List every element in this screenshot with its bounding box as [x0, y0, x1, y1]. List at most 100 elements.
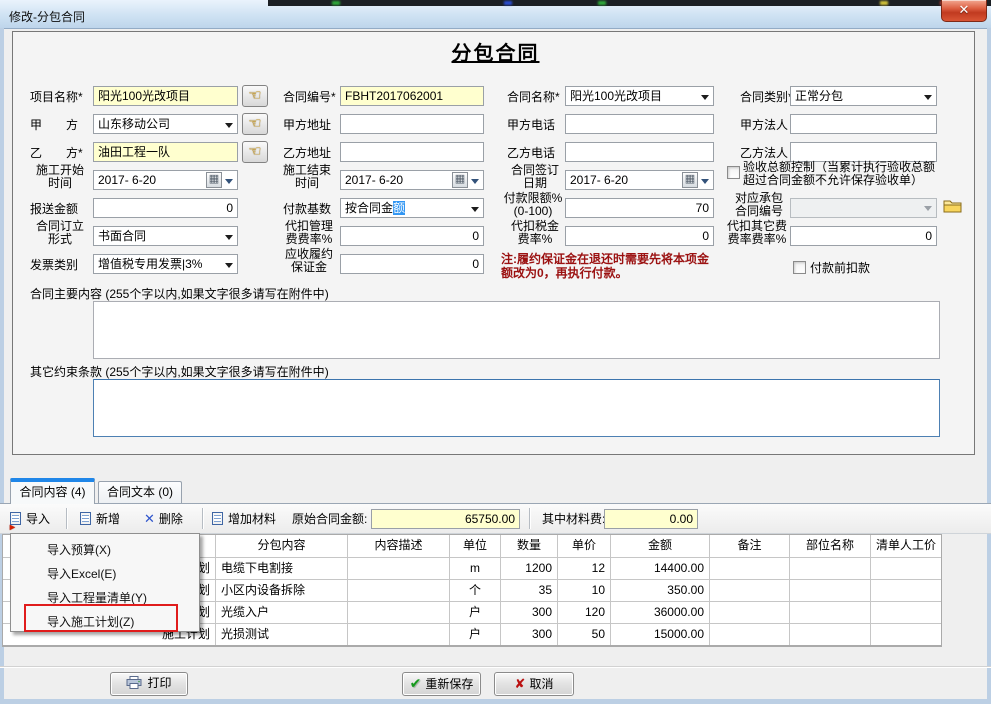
pay-base-label: 付款基数 [283, 202, 331, 216]
cell-remark[interactable] [710, 558, 790, 579]
cell-unit-price[interactable]: 10 [558, 580, 611, 601]
tab-contract-text[interactable]: 合同文本 (0) [98, 481, 182, 503]
other-terms-textarea[interactable] [93, 379, 940, 437]
contract-name-combo[interactable]: 阳光100光改项目 [565, 86, 714, 106]
invoice-type-combo[interactable]: 增值税专用发票|3% [93, 254, 238, 274]
cell-remark[interactable] [710, 624, 790, 645]
cell-labor-price[interactable] [871, 558, 941, 579]
cell-remark[interactable] [710, 602, 790, 623]
party-a-picker-button[interactable]: ☜ [242, 113, 268, 135]
cell-unit[interactable]: 户 [450, 602, 501, 623]
save-button[interactable]: ✔重新保存 [402, 672, 481, 696]
hand-pointer-icon: ☜ [248, 143, 261, 160]
project-picker-button[interactable]: ☜ [242, 85, 268, 107]
tab-contract-content[interactable]: 合同内容 (4) [10, 478, 95, 504]
deposit-field[interactable]: 0 [340, 254, 484, 274]
cell-content[interactable]: 小区内设备拆除 [216, 580, 348, 601]
cell-labor-price[interactable] [871, 580, 941, 601]
cell-quantity[interactable]: 300 [501, 624, 558, 645]
pay-base-selected-text: 额 [393, 201, 405, 215]
import-button[interactable]: ►导入 [10, 509, 50, 531]
party-b-picker-button[interactable]: ☜ [242, 141, 268, 163]
cell-amount[interactable]: 15000.00 [611, 624, 710, 645]
cell-unit[interactable]: 个 [450, 580, 501, 601]
orig-amount-field[interactable]: 65750.00 [371, 509, 520, 529]
chevron-down-icon[interactable] [701, 95, 709, 104]
chevron-down-icon[interactable] [924, 95, 932, 104]
calendar-icon[interactable]: ▦ [206, 172, 222, 188]
material-fee-field[interactable]: 0.00 [604, 509, 698, 529]
cell-description[interactable] [348, 602, 450, 623]
report-amount-field[interactable]: 0 [93, 198, 238, 218]
contract-type-combo[interactable]: 正常分包 [790, 86, 937, 106]
cell-description[interactable] [348, 558, 450, 579]
cell-unit-price[interactable]: 120 [558, 602, 611, 623]
cancel-button[interactable]: ✘取消 [494, 672, 574, 696]
add-material-button[interactable]: 增加材料 [212, 509, 276, 531]
corresponding-contract-combo[interactable] [790, 198, 937, 218]
menu-item-import-excel[interactable]: 导入Excel(E) [11, 562, 199, 586]
project-name-field[interactable]: 阳光100光改项目 [93, 86, 238, 106]
cell-content[interactable]: 光损测试 [216, 624, 348, 645]
folder-icon[interactable] [943, 198, 963, 219]
chevron-down-icon[interactable] [225, 123, 233, 132]
cell-unit[interactable]: 户 [450, 624, 501, 645]
add-row-button[interactable]: 新增 [80, 509, 120, 531]
chevron-down-icon[interactable] [225, 263, 233, 272]
cell-unit[interactable]: m [450, 558, 501, 579]
tax-fee-field[interactable]: 0 [565, 226, 714, 246]
party-b-field[interactable]: 油田工程一队 [93, 142, 238, 162]
other-fee-field[interactable]: 0 [790, 226, 937, 246]
pre-deduct-checkbox[interactable] [793, 261, 806, 274]
party-b-addr-field[interactable] [340, 142, 484, 162]
close-button[interactable]: ✕ [941, 0, 987, 22]
cell-amount[interactable]: 14400.00 [611, 558, 710, 579]
cell-amount[interactable]: 36000.00 [611, 602, 710, 623]
cell-quantity[interactable]: 1200 [501, 558, 558, 579]
cell-part-name[interactable] [790, 602, 871, 623]
party-a-addr-field[interactable] [340, 114, 484, 134]
party-a-legal-field[interactable] [790, 114, 937, 134]
calendar-icon[interactable]: ▦ [452, 172, 468, 188]
print-button[interactable]: 打印 [110, 672, 188, 696]
chevron-down-icon[interactable] [225, 235, 233, 244]
menu-item-import-budget[interactable]: 导入预算(X) [11, 538, 199, 562]
chevron-down-icon[interactable] [471, 207, 479, 216]
chevron-down-icon[interactable] [701, 179, 709, 188]
pay-base-combo[interactable]: 按合同金额 [340, 198, 484, 218]
calendar-icon[interactable]: ▦ [682, 172, 698, 188]
cell-unit-price[interactable]: 12 [558, 558, 611, 579]
cell-quantity[interactable]: 35 [501, 580, 558, 601]
chevron-down-icon[interactable] [471, 179, 479, 188]
cell-quantity[interactable]: 300 [501, 602, 558, 623]
party-b-tel-field[interactable] [565, 142, 714, 162]
cell-content[interactable]: 电缆下电割接 [216, 558, 348, 579]
cell-description[interactable] [348, 624, 450, 645]
delete-row-button[interactable]: ✕删除 [144, 509, 183, 531]
cell-labor-price[interactable] [871, 624, 941, 645]
sign-date-picker[interactable]: 2017- 6-20▦ [565, 170, 714, 190]
cell-part-name[interactable] [790, 580, 871, 601]
party-a-combo[interactable]: 山东移动公司 [93, 114, 238, 134]
chevron-down-icon[interactable] [225, 179, 233, 188]
party-a-tel-field[interactable] [565, 114, 714, 134]
cell-amount[interactable]: 350.00 [611, 580, 710, 601]
main-content-textarea[interactable] [93, 301, 940, 359]
cell-content[interactable]: 光缆入户 [216, 602, 348, 623]
acceptance-total-checkbox[interactable] [727, 166, 740, 179]
contract-no-field[interactable]: FBHT2017062001 [340, 86, 484, 106]
cell-part-name[interactable] [790, 558, 871, 579]
footer-divider [0, 666, 991, 667]
establish-form-combo[interactable]: 书面合同 [93, 226, 238, 246]
cell-labor-price[interactable] [871, 602, 941, 623]
cell-unit-price[interactable]: 50 [558, 624, 611, 645]
end-date-picker[interactable]: 2017- 6-20▦ [340, 170, 484, 190]
pay-limit-field[interactable]: 70 [565, 198, 714, 218]
header-part-name: 部位名称 [790, 535, 871, 557]
cell-description[interactable] [348, 580, 450, 601]
party-b-legal-field[interactable] [790, 142, 937, 162]
start-date-picker[interactable]: 2017- 6-20▦ [93, 170, 238, 190]
mgmt-fee-field[interactable]: 0 [340, 226, 484, 246]
cell-part-name[interactable] [790, 624, 871, 645]
cell-remark[interactable] [710, 580, 790, 601]
